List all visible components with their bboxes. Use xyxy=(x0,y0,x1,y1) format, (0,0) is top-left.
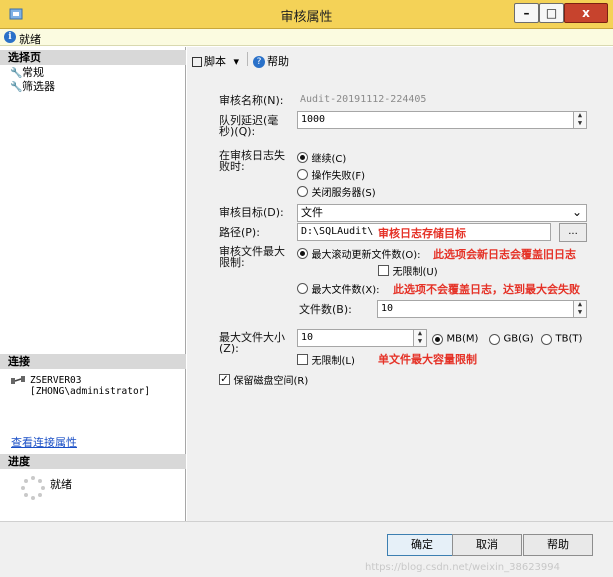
connection-icon xyxy=(11,376,25,384)
radio-icon xyxy=(297,152,308,163)
radio-icon xyxy=(432,333,443,345)
connection-user: [ZHONG\administrator] xyxy=(30,386,151,397)
queue-delay-label-line2: 秒)(Q): xyxy=(219,125,256,138)
on-failure-continue-option[interactable]: 继续(C) xyxy=(297,150,346,165)
max-files-option[interactable]: 最大文件数(X): xyxy=(297,281,380,296)
file-count-stepper[interactable]: ▲ ▼ xyxy=(573,301,586,317)
checkbox-icon xyxy=(297,354,308,365)
script-button[interactable]: 脚本 ▾ xyxy=(192,53,239,69)
max-files-label-line2: 限制: xyxy=(219,256,245,269)
radio-icon xyxy=(297,283,308,294)
on-failure-fail-operation-option[interactable]: 操作失败(F) xyxy=(297,167,365,182)
radio-icon xyxy=(541,333,552,345)
rollover-unlimited-checkbox[interactable]: 无限制(U) xyxy=(378,263,438,278)
progress-header: 进度 xyxy=(0,454,186,469)
queue-delay-input[interactable]: 1000 ▲ ▼ xyxy=(297,111,587,129)
on-failure-label-line2: 败时: xyxy=(219,160,245,173)
audit-target-select[interactable]: 文件 ⌄ xyxy=(297,204,587,222)
file-count-input[interactable]: 10 ▲ ▼ xyxy=(377,300,587,318)
size-unit-mb-option[interactable]: MB(M) xyxy=(432,332,478,345)
on-failure-shutdown-option[interactable]: 关闭服务器(S) xyxy=(297,184,376,199)
audit-name-label: 审核名称(N): xyxy=(219,94,284,107)
close-button[interactable]: x xyxy=(564,3,608,23)
max-file-size-label-line2: (Z): xyxy=(219,342,239,355)
status-text: 就绪 xyxy=(19,33,41,46)
title-bar[interactable]: 审核属性 – □ x xyxy=(0,0,613,29)
reserve-disk-space-checkbox[interactable]: ✓ 保留磁盘空间(R) xyxy=(219,372,308,387)
ok-button[interactable]: 确定 xyxy=(387,534,457,556)
help-icon: ? xyxy=(253,56,265,68)
status-strip: i 就绪 xyxy=(0,29,613,46)
wrench-icon: 🔧 xyxy=(10,68,23,79)
left-pane: 选择页 🔧常规 🔧筛选器 连接 ZSERVER03 [ZHONG\adminis… xyxy=(0,47,186,521)
page-item-label: 筛选器 xyxy=(22,80,55,93)
dialog-footer: 确定 取消 帮助 https://blog.csdn.net/weixin_38… xyxy=(0,521,613,577)
audit-target-label: 审核目标(D): xyxy=(219,206,284,219)
chevron-down-icon: ⌄ xyxy=(571,205,582,219)
size-annotation: 单文件最大容量限制 xyxy=(378,353,477,366)
help-button[interactable]: ? 帮助 xyxy=(253,53,289,69)
checkbox-icon xyxy=(378,265,389,276)
audit-name-field: Audit-20191112-224405 xyxy=(297,92,587,110)
size-unit-gb-option[interactable]: GB(G) xyxy=(489,332,534,345)
browse-button[interactable]: ... xyxy=(559,223,587,242)
watermark: https://blog.csdn.net/weixin_38623994 xyxy=(365,562,561,573)
max-file-size-input[interactable]: 10 ▲ ▼ xyxy=(297,329,427,347)
progress-text: 就绪 xyxy=(50,478,72,491)
cancel-button[interactable]: 取消 xyxy=(452,534,522,556)
file-count-label: 文件数(B): xyxy=(299,303,352,316)
info-icon: i xyxy=(4,31,16,43)
minimize-button[interactable]: – xyxy=(514,3,539,23)
path-label: 路径(P): xyxy=(219,226,260,239)
page-item-filter[interactable]: 🔧筛选器 xyxy=(10,80,55,93)
chevron-down-icon: ▾ xyxy=(233,55,240,68)
view-connection-properties-link[interactable]: 查看连接属性 xyxy=(11,434,77,450)
progress-spinner-icon xyxy=(21,476,45,500)
radio-icon xyxy=(489,333,500,345)
max-files-annotation: 此选项不会覆盖日志，达到最大会失败 xyxy=(393,283,580,296)
page-item-general[interactable]: 🔧常规 xyxy=(10,66,44,79)
script-icon xyxy=(192,57,202,67)
size-unlimited-checkbox[interactable]: 无限制(L) xyxy=(297,352,355,367)
queue-delay-stepper[interactable]: ▲ ▼ xyxy=(573,112,586,128)
radio-icon xyxy=(297,169,308,180)
toolbar-separator xyxy=(247,52,248,66)
rollover-annotation: 此选项会新日志会覆盖旧日志 xyxy=(433,248,576,261)
wrench-icon: 🔧 xyxy=(10,82,23,93)
path-annotation: 审核日志存储目标 xyxy=(378,227,466,240)
page-item-label: 常规 xyxy=(22,66,44,79)
checkmark-icon: ✓ xyxy=(219,374,230,385)
connection-header: 连接 xyxy=(0,354,186,369)
radio-icon xyxy=(297,248,308,259)
toolbar: 脚本 ▾ ? 帮助 xyxy=(187,47,613,73)
max-rollover-files-option[interactable]: 最大滚动更新文件数(O): xyxy=(297,246,421,261)
maximize-button[interactable]: □ xyxy=(539,3,564,23)
size-unit-tb-option[interactable]: TB(T) xyxy=(541,332,582,345)
right-pane: 脚本 ▾ ? 帮助 审核名称(N): Audit-20191112-224405 … xyxy=(187,47,613,521)
help-footer-button[interactable]: 帮助 xyxy=(523,534,593,556)
radio-icon xyxy=(297,186,308,197)
connection-server: ZSERVER03 xyxy=(30,375,82,386)
max-file-size-stepper[interactable]: ▲ ▼ xyxy=(413,330,426,346)
select-page-header: 选择页 xyxy=(0,50,186,65)
